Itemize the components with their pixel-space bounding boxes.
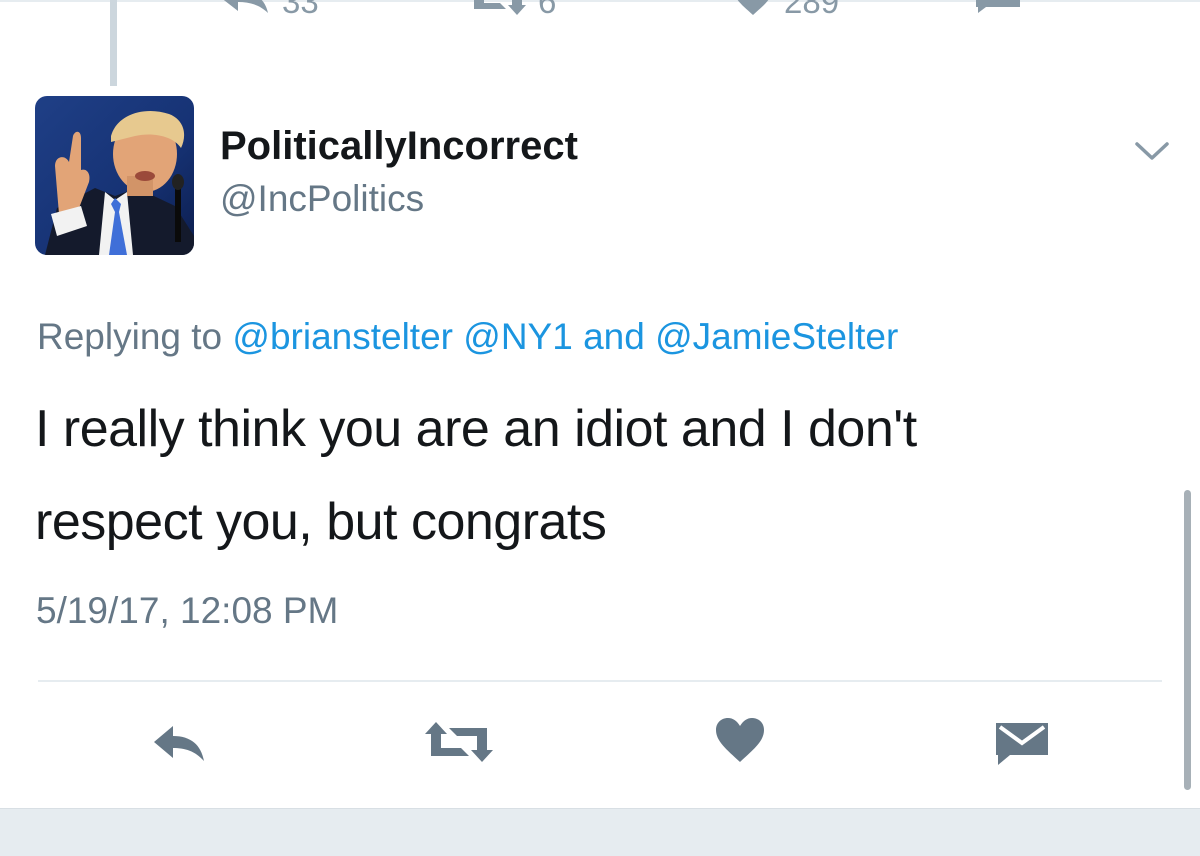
replying-to-line: Replying to @brianstelter @NY1 and @Jami… (37, 316, 898, 358)
tweet-text-line: respect you, but congrats (35, 493, 607, 551)
replying-to-label: Replying to (37, 316, 233, 357)
prev-dm-action[interactable] (976, 0, 1020, 18)
user-handle[interactable]: @IncPolitics (220, 178, 424, 220)
mention-link[interactable]: @brianstelter (232, 316, 453, 357)
scrollbar[interactable] (1184, 490, 1191, 790)
like-button[interactable] (714, 717, 766, 767)
reply-icon (151, 723, 207, 768)
retweet-icon (470, 0, 526, 23)
prev-like-count: 289 (784, 0, 840, 20)
retweet-button[interactable] (424, 720, 494, 769)
mention-link[interactable]: @NY1 (463, 316, 573, 357)
envelope-icon (976, 0, 1020, 21)
previous-tweet-actions: 33 6 289 (0, 0, 1200, 24)
action-bar-divider (38, 680, 1162, 682)
mention-joiner[interactable]: and (573, 316, 655, 357)
prev-reply-action[interactable]: 33 (218, 0, 319, 20)
retweet-icon (425, 720, 493, 769)
reply-button[interactable] (150, 724, 208, 766)
envelope-icon (994, 719, 1050, 772)
direct-message-button[interactable] (992, 720, 1052, 770)
display-name[interactable]: PoliticallyIncorrect (220, 124, 578, 169)
bottom-background-strip (0, 808, 1200, 856)
heart-icon (734, 0, 772, 23)
prev-like-action[interactable]: 289 (734, 0, 840, 20)
reply-icon (218, 0, 270, 23)
tweet-text-line: I really think you are an idiot and I do… (35, 400, 917, 458)
avatar[interactable] (35, 96, 194, 255)
prev-retweet-count: 6 (538, 0, 557, 20)
tweet-timestamp: 5/19/17, 12:08 PM (36, 590, 339, 631)
heart-icon (716, 717, 764, 767)
chevron-down-icon[interactable] (1134, 140, 1170, 164)
tweet-text: I really think you are an idiot and I do… (35, 383, 1115, 569)
avatar-image (35, 96, 194, 255)
prev-retweet-action[interactable]: 6 (470, 0, 557, 20)
mention-link[interactable]: @JamieStelter (655, 316, 898, 357)
prev-reply-count: 33 (282, 0, 319, 20)
